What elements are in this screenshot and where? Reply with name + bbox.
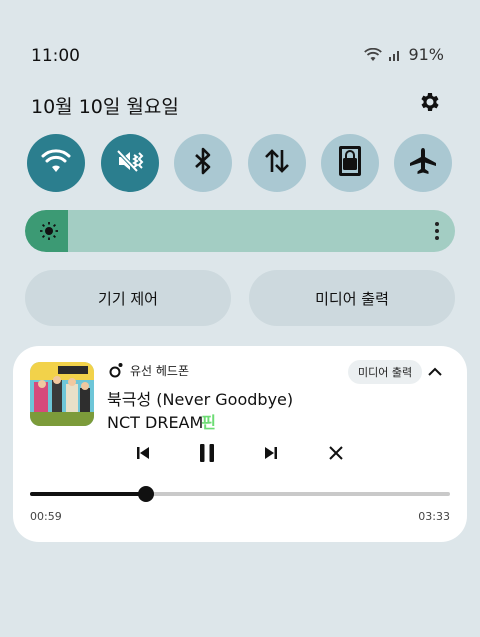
rotation-lock-toggle[interactable]	[321, 134, 379, 192]
settings-gear-icon[interactable]	[418, 90, 442, 114]
album-art-image	[30, 362, 94, 426]
sound-mode-toggle[interactable]	[101, 134, 159, 192]
rotation-lock-icon	[337, 145, 363, 181]
headphone-source-icon	[108, 362, 124, 378]
previous-track-button[interactable]	[130, 442, 156, 468]
media-source-label: 유선 헤드폰	[130, 364, 190, 378]
brightness-sun-icon	[39, 221, 59, 245]
device-control-button[interactable]: 기기 제어	[25, 270, 231, 326]
battery-percent: 91%	[408, 45, 444, 64]
close-media-button[interactable]	[323, 442, 349, 468]
signal-icon	[388, 48, 402, 62]
wifi-icon	[41, 148, 71, 178]
mobile-data-toggle[interactable]	[248, 134, 306, 192]
artist-name: NCT DREAM핀	[107, 409, 216, 433]
seek-thumb[interactable]	[138, 486, 155, 502]
media-player-card: 유선 헤드폰 미디어 출력 북극성 (Never Goodbye) NCT DR…	[13, 346, 467, 542]
wifi-icon	[364, 47, 383, 62]
playback-controls	[13, 442, 467, 468]
status-icons: 91%	[364, 45, 444, 64]
song-title: 북극성 (Never Goodbye)	[107, 390, 294, 409]
media-output-button[interactable]: 미디어 출력	[249, 270, 455, 326]
artist-overlay-glyph: 핀	[201, 413, 217, 432]
seek-bar-progress	[30, 492, 147, 496]
seek-bar[interactable]	[30, 486, 450, 502]
pause-icon	[198, 443, 216, 467]
status-time: 11:00	[31, 46, 80, 66]
collapse-chevron-up-icon[interactable]	[425, 362, 445, 382]
airplane-icon	[408, 146, 438, 180]
more-options-icon[interactable]	[429, 220, 445, 242]
airplane-mode-toggle[interactable]	[394, 134, 452, 192]
elapsed-time: 00:59	[30, 510, 62, 523]
close-icon	[328, 445, 344, 465]
brightness-slider[interactable]	[25, 210, 455, 252]
pause-button[interactable]	[194, 442, 220, 468]
vibrate-icon	[115, 147, 145, 179]
wifi-toggle[interactable]	[27, 134, 85, 192]
total-time: 03:33	[418, 510, 450, 523]
data-arrows-icon	[262, 147, 292, 179]
status-bar: 11:00 91%	[0, 0, 480, 66]
bluetooth-toggle[interactable]	[174, 134, 232, 192]
artist-name-text: NCT DREAM	[107, 413, 204, 432]
bluetooth-icon	[192, 147, 214, 179]
skip-next-icon	[263, 445, 279, 465]
quick-settings-row	[0, 134, 480, 192]
skip-previous-icon	[135, 445, 151, 465]
media-output-chip[interactable]: 미디어 출력	[348, 360, 423, 384]
next-track-button[interactable]	[258, 442, 284, 468]
date-label: 10월 10일 월요일	[31, 96, 179, 118]
